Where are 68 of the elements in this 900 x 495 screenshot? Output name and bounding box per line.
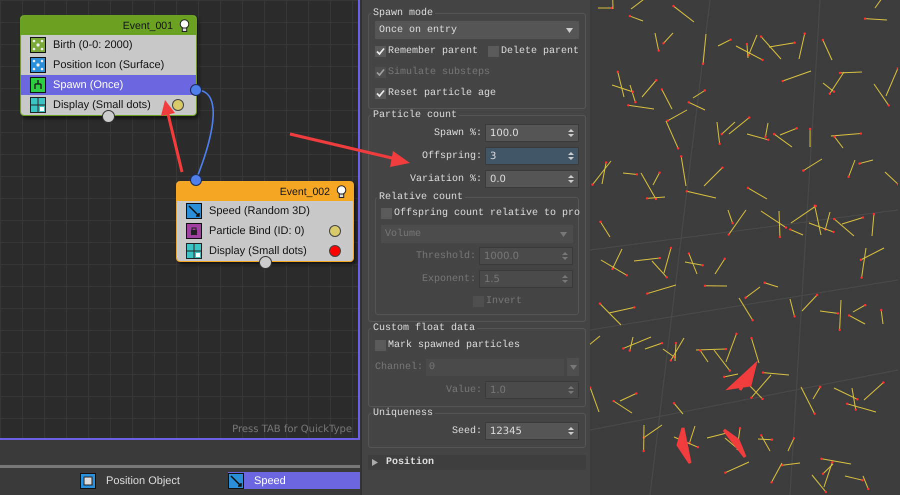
dotted-square-icon xyxy=(30,37,46,53)
expand-arrow-icon xyxy=(372,459,378,466)
group-title: Uniqueness xyxy=(372,408,434,419)
spinner-field[interactable]: 100.0 xyxy=(485,124,579,142)
operator-row[interactable]: Birth (0-0: 2000) xyxy=(21,35,196,55)
branch-icon xyxy=(30,77,46,93)
spinner-arrows-icon[interactable] xyxy=(568,151,574,161)
checkbox-label: Reset particle age xyxy=(388,88,496,98)
output-socket[interactable] xyxy=(190,84,202,96)
operator-row[interactable]: Speed (Random 3D) xyxy=(177,201,353,221)
annotation-arrow xyxy=(676,426,692,464)
caret-icon xyxy=(566,28,573,32)
depot-item[interactable]: Position Object xyxy=(80,472,190,489)
group-title: Spawn mode xyxy=(372,8,434,19)
checkbox[interactable] xyxy=(375,46,386,56)
input-socket[interactable] xyxy=(190,174,202,186)
diagonal-arrow-icon xyxy=(186,203,202,219)
event-node[interactable]: Event_001 Birth (0-0: 2000) Position Icon (Surface) Spawn (Once) Display (Small dots) xyxy=(20,15,197,116)
annotation-arrow xyxy=(722,428,746,458)
operator-label: Speed (Random 3D) xyxy=(209,205,311,217)
annotation-arrow xyxy=(728,360,758,392)
graph-canvas[interactable]: Event_001 Birth (0-0: 2000) Position Icon (Surface) Spawn (Once) Display (Small dots) Event_002 Speed (Random 3D) Particle Bind (ID: 0) Display (Small dots) Press TAB for QuickType xyxy=(0,0,360,440)
spinner-arrows-icon[interactable] xyxy=(568,128,574,138)
dropdown[interactable]: Once on entry xyxy=(375,21,579,39)
checkbox-label: Remember parent xyxy=(388,46,478,56)
group-title: Particle count xyxy=(372,110,458,121)
field-label: Spawn %: xyxy=(432,128,482,138)
event-node[interactable]: Event_002 Speed (Random 3D) Particle Bind (ID: 0) Display (Small dots) xyxy=(176,181,354,262)
depot-item[interactable]: Speed xyxy=(228,472,360,489)
spinner-field[interactable]: 12345 xyxy=(485,422,579,440)
output-socket[interactable] xyxy=(258,256,272,269)
operator-row[interactable]: Display (Small dots) xyxy=(177,241,353,261)
operator-label: Birth (0-0: 2000) xyxy=(53,39,134,51)
checkbox-label: Delete parent xyxy=(501,46,580,56)
operator-row[interactable]: Position Icon (Surface) xyxy=(21,55,196,75)
field-label: Variation %: xyxy=(408,174,482,184)
event-title: Event_001 xyxy=(122,20,173,32)
operator-label: Spawn (Once) xyxy=(53,79,124,91)
event-title: Event_002 xyxy=(280,186,330,198)
group-title: Relative count xyxy=(378,192,464,203)
operator-row[interactable]: Particle Bind (ID: 0) xyxy=(177,221,353,241)
field-label: Seed: xyxy=(450,426,482,436)
grid-icon xyxy=(30,97,46,113)
lightbulb-icon[interactable] xyxy=(179,19,190,32)
hint-text: Press TAB for QuickType xyxy=(232,424,352,435)
checkbox[interactable] xyxy=(375,88,386,98)
spinner-field[interactable]: 3 xyxy=(485,147,579,165)
operator-label: Display (Small dots) xyxy=(53,99,152,111)
caret-icon xyxy=(570,364,576,370)
group-title: Custom float data xyxy=(372,323,476,334)
diagonal-arrow-icon xyxy=(228,472,244,488)
rollout-header[interactable]: Position xyxy=(368,455,586,470)
operator-label: Particle Bind (ID: 0) xyxy=(209,225,306,237)
spinner-arrows-icon[interactable] xyxy=(568,174,574,184)
operator-label: Display (Small dots) xyxy=(209,245,308,257)
grid-icon xyxy=(186,243,202,259)
spinner-field[interactable]: 0.0 xyxy=(485,170,579,188)
caret-icon xyxy=(560,232,567,236)
checkbox-label: Offspring count relative to pro xyxy=(394,208,580,218)
operator-row[interactable]: Spawn (Once) xyxy=(21,75,196,95)
lock-square-icon xyxy=(186,223,202,239)
field-label: Offspring: xyxy=(420,150,482,162)
lightbulb-icon[interactable] xyxy=(336,185,347,198)
output-socket[interactable] xyxy=(102,110,115,123)
checkbox-label: Mark spawned particles xyxy=(388,340,520,350)
operator-label: Position Icon (Surface) xyxy=(53,59,166,71)
scrollbar[interactable] xyxy=(0,465,360,468)
spinner-arrows-icon[interactable] xyxy=(568,426,574,436)
